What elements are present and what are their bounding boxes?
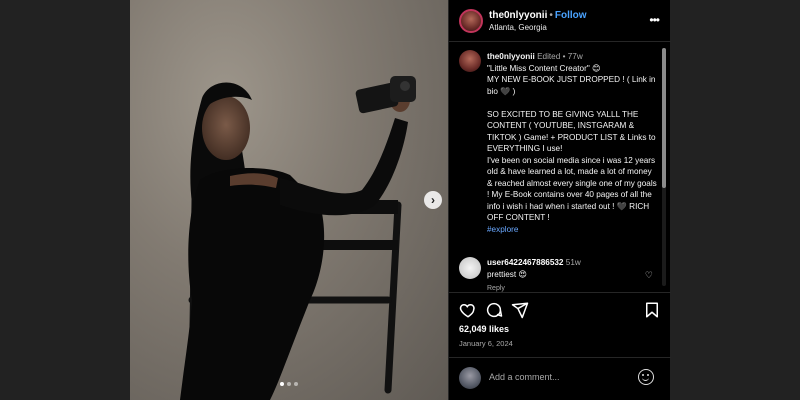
divider [449, 357, 671, 358]
carousel-dot-active [280, 382, 284, 386]
share-icon[interactable] [511, 301, 529, 319]
photo-illustration [180, 76, 416, 400]
comment-avatar[interactable] [459, 257, 481, 279]
scrollbar-thumb[interactable] [662, 48, 666, 188]
separator-dot: • [562, 52, 566, 61]
author-line: the0nlyyonii • Follow [489, 10, 587, 21]
comment-icon[interactable] [485, 301, 503, 319]
post-location[interactable]: Atlanta, Georgia [489, 23, 547, 32]
bookmark-icon[interactable] [643, 301, 661, 319]
emoji-icon[interactable] [638, 369, 654, 385]
caption-edited: Edited [537, 52, 561, 61]
comments-scrollbar[interactable] [662, 48, 666, 286]
post-caption: the0nlyyonii Edited • 77w "Little Miss C… [487, 51, 657, 235]
post-actions [459, 301, 661, 321]
caption-age: 77w [567, 52, 583, 61]
heart-icon[interactable] [459, 301, 477, 319]
add-comment-input[interactable]: Add a comment... [489, 372, 560, 382]
author-avatar[interactable] [459, 9, 483, 33]
likes-count[interactable]: 62,049 likes [459, 324, 509, 334]
comment-reply-button[interactable]: Reply [487, 285, 505, 292]
post-date: January 6, 2024 [459, 339, 513, 348]
divider [449, 292, 671, 293]
next-photo-button[interactable]: › [424, 191, 442, 209]
post-photo[interactable]: › [130, 0, 448, 400]
carousel-dot [294, 382, 298, 386]
post-side-panel: the0nlyyonii • Follow Atlanta, Georgia •••… [448, 0, 671, 400]
separator-dot: • [549, 10, 553, 21]
carousel-dot [287, 382, 291, 386]
more-horizontal-icon[interactable]: ••• [649, 13, 660, 27]
caption-body: "Little Miss Content Creator" 😊 MY NEW E… [487, 63, 657, 223]
caption-hashtag[interactable]: #explore [487, 225, 518, 234]
caption-username[interactable]: the0nlyyonii [487, 52, 535, 61]
follow-button[interactable]: Follow [555, 10, 587, 21]
post-header: the0nlyyonii • Follow Atlanta, Georgia ••• [449, 0, 671, 42]
viewer-avatar [459, 367, 481, 389]
carousel-indicator [280, 382, 298, 386]
comment-username[interactable]: user6422467886532 [487, 258, 564, 267]
comments-scroll-area[interactable]: the0nlyyonii Edited • 77w "Little Miss C… [449, 42, 671, 292]
comment-item: user6422467886532 51w prettiest 😍 [487, 257, 647, 281]
comment-like-icon[interactable]: ♡ [645, 270, 653, 281]
comment-text: prettiest 😍 [487, 270, 527, 279]
author-username[interactable]: the0nlyyonii [489, 10, 547, 21]
caption-author-avatar[interactable] [459, 50, 481, 72]
comment-age: 51w [565, 258, 581, 267]
